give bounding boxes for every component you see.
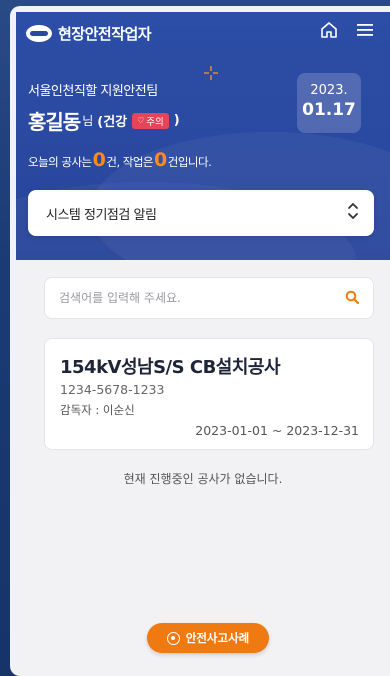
kepco-logo [26,24,52,42]
project-card[interactable]: 154kV성남S/S CB설치공사 1234-5678-1233 감독자 : 이… [44,338,374,450]
construction-count: 0 [92,149,106,171]
project-title: 154kV성남S/S CB설치공사 [60,357,281,378]
today-summary: 오늘의 공사는 0 건, 작업은 0 건입니다. [28,149,212,171]
safety-case-button[interactable]: 안전사고사례 [147,623,269,653]
date-month-day: 01.17 [302,100,356,120]
header-actions [318,19,376,41]
user-honorific: 님 [82,114,94,128]
health-close: ) [173,113,180,128]
summary-prefix: 오늘의 공사는 [28,155,92,169]
summary-suffix: 건입니다. [167,155,212,169]
app-header: 현장안전작업자 [26,21,152,45]
notice-label: 시스템 정기점검 알림 [46,207,157,223]
team-name: 서울인천직할 지원안전팀 [28,84,158,99]
date-year: 2023. [310,83,348,98]
user-info: 홍길동 님 (건강 ♡ 주의 ) [28,106,180,135]
menu-icon[interactable] [354,19,376,41]
work-count: 0 [154,149,167,171]
health-label: (건강 [97,115,128,130]
user-name: 홍길동 [28,110,81,134]
app-title: 현장안전작업자 [58,24,152,43]
project-period: 2023-01-01 ~ 2023-12-31 [195,423,359,438]
heart-icon: ♡ [137,116,145,125]
search-box [44,277,374,319]
target-icon [166,631,180,645]
date-box: 2023. 01.17 [297,73,361,133]
empty-message: 현재 진행중인 공사가 없습니다. [123,472,283,486]
home-icon[interactable] [318,19,340,41]
notice-select[interactable]: 시스템 정기점검 알림 [28,190,374,236]
sparkle-icon [204,66,218,83]
project-code: 1234-5678-1233 [60,382,165,397]
chevron-updown-icon [346,201,360,225]
safety-case-label: 안전사고사례 [185,631,250,645]
summary-mid: 건, 작업은 [106,155,154,169]
search-icon[interactable] [345,289,360,308]
search-input[interactable] [59,291,309,305]
health-status-badge[interactable]: ♡ 주의 [132,112,169,129]
health-status-text: 주의 [146,116,164,128]
project-supervisor: 감독자 : 이순신 [60,403,135,417]
